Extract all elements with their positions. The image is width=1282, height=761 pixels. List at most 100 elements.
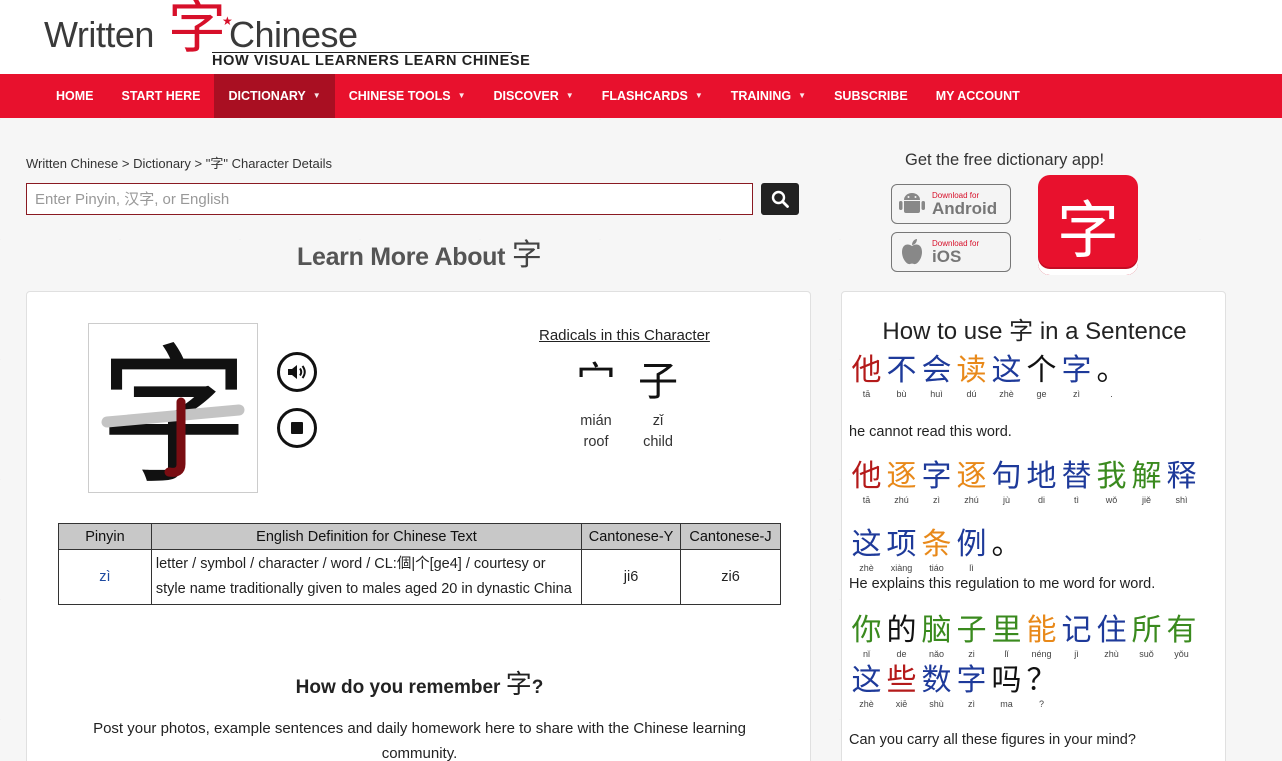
sentence-char[interactable]: 这 zhè [989, 354, 1024, 400]
sentence-char[interactable]: 吗 ma [989, 664, 1024, 710]
hanzi: 读 [956, 353, 987, 388]
android-icon [892, 185, 932, 223]
sentence-char[interactable]: ？? [1024, 664, 1059, 710]
chevron-down-icon: ▼ [457, 91, 466, 100]
sentence-char[interactable]: 住 zhù [1094, 614, 1129, 660]
hanzi: 些 [886, 663, 917, 698]
sentence-char[interactable]: 有 yǒu [1164, 614, 1199, 660]
pinyin: . [1110, 389, 1113, 399]
site-logo[interactable]: Written 字 ★ Chinese HOW VISUAL LEARNERS … [44, 0, 530, 70]
sentence-char[interactable]: 读 dú [954, 354, 989, 400]
nav-item-subscribe[interactable]: SUBSCRIBE [820, 74, 922, 118]
radical-meaning: child [643, 434, 673, 450]
sentence-char[interactable]: 解 jiě [1129, 460, 1164, 506]
play-sound-button[interactable] [277, 352, 317, 392]
sentence-title-char: 字 [1009, 317, 1034, 345]
sentence-char[interactable]: 。. [1094, 354, 1129, 400]
pinyin: zì [967, 699, 975, 709]
sentence-char[interactable]: 释 shì [1164, 460, 1199, 506]
hanzi: 这 [991, 353, 1022, 388]
breadcrumb-separator: > [121, 156, 130, 171]
nav-item-dictionary[interactable]: DICTIONARY ▼ [214, 74, 335, 118]
sentence-char[interactable]: 他 tā [849, 354, 884, 400]
sentence-char[interactable]: 句 jù [989, 460, 1024, 506]
sentence-char[interactable]: 条 tiáo [919, 528, 954, 574]
search-icon [771, 190, 789, 208]
sentence-char[interactable]: 数 shù [919, 664, 954, 710]
chevron-down-icon: ▼ [312, 91, 321, 100]
sentence-char[interactable]: 会 huì [919, 354, 954, 400]
sentence-char[interactable]: 。 [989, 528, 1024, 574]
sentence-char[interactable]: 的 de [884, 614, 919, 660]
sentence-char[interactable]: 替 tì [1059, 460, 1094, 506]
sentence-char[interactable]: 能 néng [1024, 614, 1059, 660]
logo-word-chinese: Chinese [229, 14, 358, 55]
sentence-char[interactable]: 字 zì [1059, 354, 1094, 400]
sentence-char[interactable]: 不 bù [884, 354, 919, 400]
radical-item[interactable]: 子 zǐ child [628, 357, 688, 450]
sentence-char[interactable]: 他 tā [849, 460, 884, 506]
pinyin: tiáo [929, 563, 944, 573]
nav-item-label: MY ACCOUNT [935, 89, 1020, 103]
sentence-char[interactable]: 项 xiàng [884, 528, 919, 574]
sentence-char[interactable]: 字 zì [954, 664, 989, 710]
search-button[interactable] [761, 183, 799, 215]
hanzi: 条 [921, 527, 952, 562]
hanzi: 项 [886, 527, 917, 562]
ios-big-label: iOS [932, 246, 962, 266]
sentence-char[interactable]: 逐 zhú [884, 460, 919, 506]
search-input[interactable] [26, 183, 753, 215]
nav-item-start-here[interactable]: START HERE [108, 74, 215, 118]
nav-item-discover[interactable]: DISCOVER ▼ [479, 74, 587, 118]
stroke-order-graphic: 字 [99, 331, 249, 505]
hanzi: 这 [851, 527, 882, 562]
stop-animation-button[interactable] [277, 408, 317, 448]
nav-item-training[interactable]: TRAINING ▼ [717, 74, 820, 118]
radicals-title-link[interactable]: Radicals in this Character [539, 327, 710, 344]
pinyin: ge [1036, 389, 1047, 399]
nav-item-label: CHINESE TOOLS [348, 89, 451, 103]
hanzi: 不 [886, 353, 917, 388]
sentence-char[interactable]: 你 nǐ [849, 614, 884, 660]
radical-item[interactable]: 宀 mián roof [566, 357, 626, 450]
sentence-char[interactable]: 些 xiē [884, 664, 919, 710]
nav-item-home[interactable]: HOME [42, 74, 108, 118]
sentence-char[interactable]: 例 lì [954, 528, 989, 574]
pinyin: shì [1175, 495, 1188, 505]
sentence-char[interactable]: 所 suǒ [1129, 614, 1164, 660]
sentence-char[interactable]: 子 zi [954, 614, 989, 660]
sentence-char[interactable]: 这 zhè [849, 664, 884, 710]
pinyin: yǒu [1174, 649, 1189, 659]
sentence-translation: he cannot read this word. [849, 424, 1012, 440]
stop-icon [291, 422, 303, 434]
sentence-char[interactable]: 我 wǒ [1094, 460, 1129, 506]
sentence-char[interactable]: 个 ge [1024, 354, 1059, 400]
hanzi: 所 [1131, 613, 1162, 648]
ios-download-button[interactable]: Download for iOS [891, 232, 1011, 272]
sentence-char[interactable]: 字 zì [919, 460, 954, 506]
sentence-char[interactable]: 记 jì [1059, 614, 1094, 660]
app-icon[interactable]: 字 [1038, 175, 1138, 275]
remember-heading: How do you remember 字? [27, 664, 812, 701]
sentence-line: 这 zhè 些 xiē 数 shù 字 zì 吗 ma？? [849, 664, 1059, 710]
pinyin: tā [862, 495, 871, 505]
sentence-char[interactable]: 脑 nǎo [919, 614, 954, 660]
pinyin: tā [862, 389, 871, 399]
sentence-char[interactable]: 里 lǐ [989, 614, 1024, 660]
android-download-button[interactable]: Download for Android [891, 184, 1011, 224]
breadcrumb-home-link[interactable]: Written Chinese [26, 156, 118, 171]
nav-item-my-account[interactable]: MY ACCOUNT [922, 74, 1034, 118]
nav-item-chinese-tools[interactable]: CHINESE TOOLS ▼ [335, 74, 480, 118]
pinyin: shù [929, 699, 944, 709]
nav-item-flashcards[interactable]: FLASHCARDS ▼ [588, 74, 717, 118]
sentence-char[interactable]: 逐 zhú [954, 460, 989, 506]
radical-pinyin: mián [580, 413, 612, 429]
breadcrumb-current: "字" Character Details [205, 156, 333, 171]
speaker-icon [288, 365, 306, 379]
pinyin: ma [1000, 699, 1013, 709]
sentence-char[interactable]: 地 di [1024, 460, 1059, 506]
remember-char: 字 [505, 670, 532, 700]
breadcrumb-dictionary-link[interactable]: Dictionary [133, 156, 191, 171]
sentence-char[interactable]: 这 zhè [849, 528, 884, 574]
table-header-row: Pinyin English Definition for Chinese Te… [58, 523, 781, 550]
